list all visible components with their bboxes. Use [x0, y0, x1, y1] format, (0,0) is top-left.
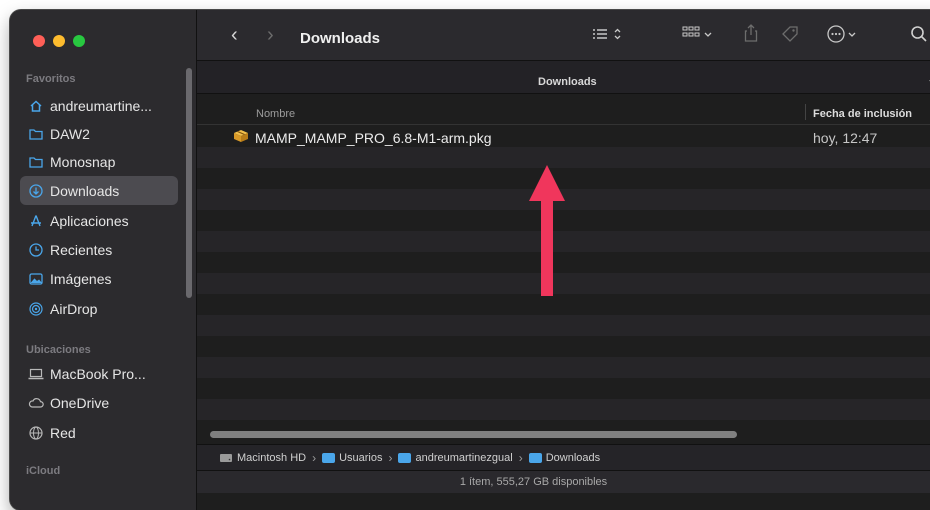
path-item-macintosh-hd[interactable]: Macintosh HD	[219, 452, 306, 464]
column-name-header[interactable]: Nombre	[256, 108, 295, 120]
sidebar-scrollbar[interactable]	[186, 68, 192, 298]
locations-section-title: Ubicaciones	[26, 344, 91, 356]
path-label: Downloads	[545, 451, 601, 464]
path-label: andreumartinezgual	[415, 451, 513, 464]
back-button[interactable]: ‹	[231, 24, 238, 47]
sidebar-item-label: Red	[50, 424, 76, 441]
sidebar-item-label: Aplicaciones	[50, 212, 129, 229]
close-window-button[interactable]	[33, 35, 45, 47]
package-icon	[233, 129, 249, 148]
path-separator: ›	[312, 450, 317, 465]
laptop-icon	[28, 366, 44, 382]
toolbar: ‹ › Downloads	[197, 10, 930, 60]
empty-row	[197, 294, 930, 315]
airdrop-icon	[28, 301, 44, 317]
empty-row	[197, 399, 930, 420]
path-item-usuarios[interactable]: Usuarios	[322, 452, 382, 464]
path-separator: ›	[388, 450, 393, 465]
grid-icon	[682, 26, 712, 37]
group-button[interactable]	[682, 25, 718, 47]
network-icon	[28, 425, 44, 441]
status-bar: 1 ítem, 555,27 GB disponibles	[197, 470, 930, 493]
folder-icon	[28, 126, 44, 142]
tab-downloads[interactable]: Downloads	[538, 76, 597, 88]
status-text: 1 ítem, 555,27 GB disponibles	[459, 476, 608, 488]
path-label: Macintosh HD	[237, 451, 307, 464]
annotation-arrow	[529, 165, 565, 296]
sidebar-item-aplicaciones[interactable]: Aplicaciones	[20, 206, 178, 235]
folder-icon	[28, 154, 44, 170]
column-date-header[interactable]: Fecha de inclusión	[813, 108, 912, 120]
file-date: hoy, 12:47	[813, 130, 878, 146]
images-icon	[28, 271, 44, 287]
tab-bar: Downloads +	[197, 60, 930, 94]
sidebar-item-label: Recientes	[50, 241, 113, 258]
finder-window: Favoritos andreumartine... DAW2 Monosnap…	[10, 10, 930, 510]
hard-drive-icon	[220, 453, 232, 462]
tag-icon	[782, 26, 798, 42]
clock-icon	[28, 242, 44, 258]
path-label: Usuarios	[339, 451, 383, 464]
sidebar-item-imagenes[interactable]: Imágenes	[20, 264, 178, 293]
sidebar-item-label: MacBook Pro...	[50, 365, 146, 382]
folder-icon	[398, 452, 412, 463]
sidebar-item-daw2[interactable]: DAW2	[20, 119, 178, 148]
search-button[interactable]	[910, 25, 928, 47]
sidebar-item-downloads[interactable]: Downloads	[20, 176, 178, 205]
list-view-icon	[593, 28, 621, 40]
sidebar-item-label: andreumartine...	[50, 97, 152, 114]
path-bar: Macintosh HD › Usuarios › andreumartinez…	[197, 444, 930, 470]
search-icon	[911, 26, 927, 42]
view-list-button[interactable]	[592, 25, 628, 47]
path-item-user[interactable]: andreumartinezgual	[398, 451, 513, 464]
empty-row	[197, 378, 930, 399]
empty-row	[197, 336, 930, 357]
home-icon	[28, 98, 44, 114]
sidebar-item-label: Monosnap	[50, 153, 116, 170]
zoom-window-button[interactable]	[73, 35, 85, 47]
path-item-downloads[interactable]: Downloads	[528, 451, 601, 464]
tag-button[interactable]	[780, 25, 800, 47]
favorites-section-title: Favoritos	[26, 73, 76, 85]
folder-icon	[528, 452, 542, 463]
share-button[interactable]	[743, 23, 759, 47]
more-actions-button[interactable]	[827, 24, 863, 48]
column-divider[interactable]	[805, 104, 806, 120]
share-icon	[744, 24, 758, 42]
file-name: MAMP_MAMP_PRO_6.8-M1-arm.pkg	[255, 130, 492, 146]
sidebar-item-label: Downloads	[50, 182, 120, 199]
sidebar-item-label: Imágenes	[50, 270, 112, 287]
main-pane: ‹ › Downloads Downloads Nombre Fecha de …	[197, 10, 930, 510]
table-row[interactable]: MAMP_MAMP_PRO_6.8-M1-arm.pkg hoy, 12:47	[197, 126, 930, 147]
cloud-icon	[28, 395, 44, 411]
path-separator: ›	[518, 450, 523, 465]
window-title: Downloads	[300, 30, 381, 47]
sidebar: Favoritos andreumartine... DAW2 Monosnap…	[10, 10, 197, 510]
download-icon	[28, 183, 44, 199]
window-controls	[33, 35, 85, 47]
sidebar-item-label: DAW2	[50, 125, 90, 142]
folder-icon	[322, 452, 336, 463]
forward-button[interactable]: ›	[267, 24, 274, 47]
column-header: Nombre Fecha de inclusión	[197, 100, 930, 125]
empty-row	[197, 357, 930, 378]
sidebar-item-airdrop[interactable]: AirDrop	[20, 294, 178, 323]
sidebar-item-macbook[interactable]: MacBook Pro...	[20, 359, 178, 388]
horizontal-scrollbar[interactable]	[210, 431, 737, 438]
sidebar-item-recientes[interactable]: Recientes	[20, 235, 178, 264]
sidebar-item-red[interactable]: Red	[20, 418, 178, 447]
sidebar-item-onedrive[interactable]: OneDrive	[20, 388, 178, 417]
sidebar-item-label: AirDrop	[50, 300, 98, 317]
minimize-window-button[interactable]	[53, 35, 65, 47]
icloud-section-title: iCloud	[26, 465, 61, 477]
sidebar-item-label: OneDrive	[50, 394, 110, 411]
empty-row	[197, 315, 930, 336]
sidebar-item-home[interactable]: andreumartine...	[20, 91, 178, 120]
ellipsis-circle-icon	[827, 25, 856, 43]
applications-icon	[28, 213, 44, 229]
sidebar-item-monosnap[interactable]: Monosnap	[20, 147, 178, 176]
